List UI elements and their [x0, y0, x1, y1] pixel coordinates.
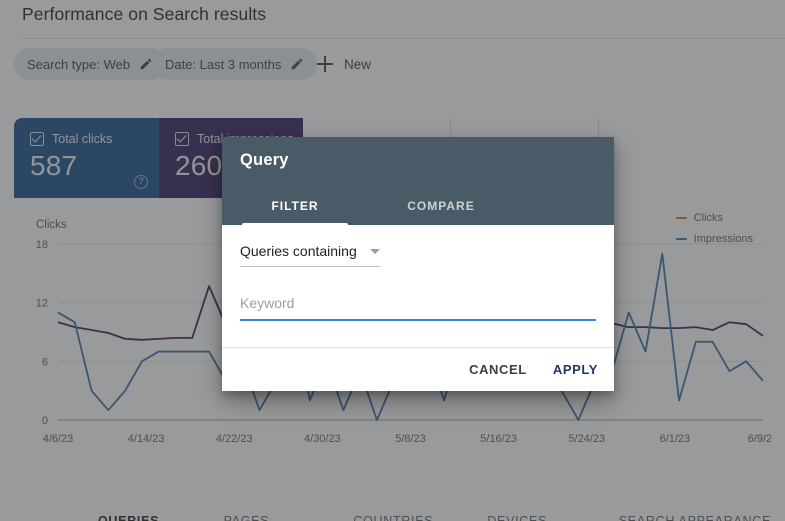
keyword-input[interactable]: [240, 295, 596, 311]
condition-select[interactable]: Queries containing: [240, 243, 380, 267]
query-filter-dialog: Query FILTER COMPARE Queries containing …: [222, 137, 614, 391]
dialog-header: Query FILTER COMPARE: [222, 137, 614, 225]
dialog-title: Query: [240, 151, 289, 169]
tab-filter[interactable]: FILTER: [222, 191, 368, 225]
keyword-field-wrapper: [240, 295, 596, 321]
dialog-body: Queries containing: [222, 225, 614, 347]
apply-button[interactable]: APPLY: [551, 358, 600, 381]
dialog-tabs: FILTER COMPARE: [222, 191, 614, 225]
tab-compare[interactable]: COMPARE: [368, 191, 514, 225]
condition-select-value: Queries containing: [240, 243, 357, 259]
cancel-button[interactable]: CANCEL: [467, 358, 529, 381]
dialog-footer: CANCEL APPLY: [222, 347, 614, 391]
app-root: Performance on Search results Search typ…: [0, 0, 785, 521]
chevron-down-icon: [370, 248, 380, 254]
